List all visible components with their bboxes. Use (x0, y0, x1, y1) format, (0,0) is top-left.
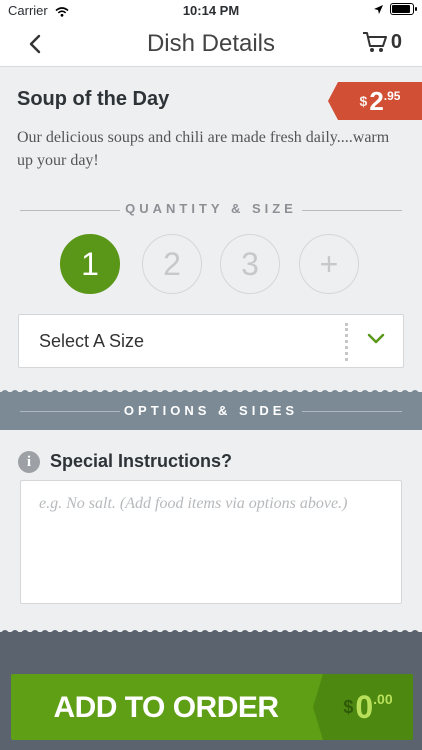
cart-icon (362, 32, 387, 52)
order-total-notch (313, 674, 323, 740)
status-icons (373, 3, 417, 15)
divider-line (302, 210, 402, 211)
special-instructions-input[interactable] (21, 481, 401, 603)
add-to-order-button[interactable]: ADD TO ORDER $ 0 .00 (11, 674, 413, 740)
quantity-option-2[interactable]: 2 (142, 234, 202, 294)
status-bar: Carrier 10:14 PM (0, 0, 422, 22)
location-arrow-icon (374, 4, 383, 14)
total-whole: 0 (355, 688, 374, 725)
quantity-size-divider: QUANTITY & SIZE (0, 201, 422, 221)
page-title: Dish Details (146, 30, 276, 57)
clock: 10:14 PM (182, 3, 240, 18)
price-whole: 2 (369, 85, 384, 116)
size-dropdown[interactable]: Select A Size (18, 314, 404, 368)
add-to-order-label: ADD TO ORDER (53, 691, 279, 724)
options-sides-band[interactable]: OPTIONS & SIDES (0, 392, 422, 430)
price-cents: .95 (383, 89, 401, 103)
chevron-down-icon (367, 333, 385, 344)
navigation-bar: Dish Details 0 (0, 22, 422, 67)
total-cents: .00 (373, 691, 393, 707)
info-icon: i (18, 451, 40, 473)
price-currency: $ (359, 93, 368, 109)
quantity-selector: 1 2 3 + (60, 234, 360, 296)
special-instructions-label: Special Instructions? (50, 451, 233, 471)
special-instructions-box (20, 480, 402, 604)
cart-count: 0 (390, 30, 402, 53)
price-tag-notch (328, 82, 338, 120)
cart-button[interactable]: 0 (362, 30, 402, 54)
dropdown-separator (345, 323, 351, 361)
order-total: $ 0 .00 (313, 674, 413, 740)
size-dropdown-value: Select A Size (39, 331, 145, 351)
battery-icon (390, 3, 417, 15)
quantity-size-label: QUANTITY & SIZE (125, 201, 297, 216)
quantity-option-3[interactable]: 3 (220, 234, 280, 294)
divider-line (302, 411, 402, 412)
dish-name: Soup of the Day (17, 88, 170, 110)
price-tag: $ 2 .95 (328, 82, 422, 120)
quantity-option-1[interactable]: 1 (60, 234, 120, 294)
total-currency: $ (343, 696, 354, 717)
quantity-more-button[interactable]: + (299, 234, 359, 294)
dish-description: Our delicious soups and chili are made f… (17, 129, 390, 169)
